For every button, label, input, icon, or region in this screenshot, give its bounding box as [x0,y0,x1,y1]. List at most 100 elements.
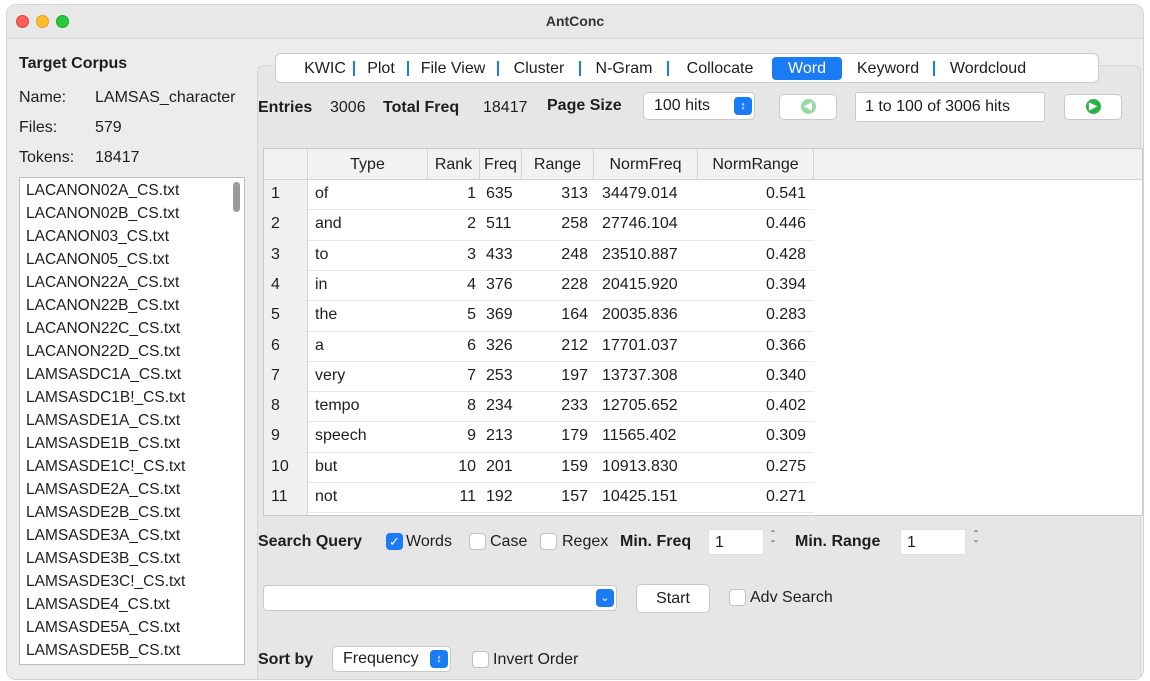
total-freq-value: 18417 [483,99,528,116]
min-range-input[interactable]: 1 [900,529,966,555]
tab-cluster[interactable]: Cluster [498,57,580,80]
table-row[interactable]: 1 of 1 635 313 34479.014 0.541 [264,180,1142,210]
file-list-item[interactable]: LACANON22D_CS.txt [26,343,180,361]
tab-collocate[interactable]: Collocate [668,57,772,80]
cell-normrange: 0.428 [765,245,806,263]
file-list-item[interactable]: LAMSASDE5B_CS.txt [26,642,180,660]
file-list-item[interactable]: LAMSASDE3A_CS.txt [26,527,180,545]
cell-range: 212 [561,336,588,354]
file-list-item[interactable]: LACANON22A_CS.txt [26,274,179,292]
file-list-item[interactable]: LAMSASDE5A_CS.txt [26,619,180,637]
total-freq-label: Total Freq [383,99,460,116]
cell-range: 248 [561,245,588,263]
table-row[interactable]: 7 very 7 253 197 13737.308 0.340 [264,362,1142,392]
file-list-scrollbar[interactable] [233,182,240,212]
tab-word[interactable]: Word [772,57,842,80]
corpus-file-list[interactable]: LACANON02A_CS.txt LACANON02B_CS.txt LACANO… [19,177,245,665]
table-row[interactable]: 10 but 10 201 159 10913.830 0.275 [264,453,1142,483]
sort-by-select[interactable]: Frequency ↕ [332,646,451,672]
search-query-combobox[interactable]: ⌄ [263,585,617,611]
cell-normfreq: 10425.151 [602,488,678,505]
column-header-freq[interactable]: Freq [480,149,522,180]
cell-type: not [315,488,338,505]
file-list-item[interactable]: LAMSASDC1A_CS.txt [26,366,181,384]
file-list-item[interactable]: LAMSASDE3C!_CS.txt [26,573,185,591]
cell-range: 197 [561,366,588,384]
file-list-item[interactable]: LAMSASDE4_CS.txt [26,596,170,614]
file-list-item[interactable]: LACANON03_CS.txt [26,228,169,246]
regex-checkbox-label: Regex [562,533,609,550]
table-row[interactable]: 5 the 5 369 164 20035.836 0.283 [264,301,1142,331]
file-list-item[interactable]: LAMSASDE1B_CS.txt [26,435,180,453]
cell-range: 313 [561,185,588,202]
cell-normfreq: 34479.014 [602,185,678,202]
file-list-item[interactable]: LAMSASDE1C!_CS.txt [26,458,185,476]
cell-range: 159 [561,457,588,475]
cell-type: to [315,245,329,263]
start-button[interactable]: Start [636,584,710,613]
window-title: AntConc [545,13,605,29]
min-freq-input[interactable]: 1 [708,529,764,555]
page-size-select[interactable]: 100 hits ↕ [643,92,755,120]
tab-keyword[interactable]: Keyword [842,57,934,80]
tab-kwic[interactable]: KWIC [296,57,354,80]
table-row[interactable]: 9 speech 9 213 179 11565.402 0.309 [264,422,1142,452]
min-freq-stepper[interactable]: ˆˇ [767,529,779,551]
table-row[interactable]: 2 and 2 511 258 27746.104 0.446 [264,210,1142,240]
words-checkbox[interactable]: ✓ [386,533,403,550]
tab-plot[interactable]: Plot [354,57,408,80]
case-checkbox[interactable] [469,533,486,550]
regex-checkbox[interactable] [540,533,557,550]
table-row[interactable]: 6 a 6 326 212 17701.037 0.366 [264,332,1142,362]
hits-range-text: 1 to 100 of 3006 hits [865,98,1010,115]
file-list-item[interactable]: LAMSASDE1A_CS.txt [26,412,180,430]
cell-normfreq: 13737.308 [602,366,678,384]
cell-normrange: 0.446 [765,215,806,233]
table-row[interactable]: 3 to 3 433 248 23510.887 0.428 [264,241,1142,271]
min-range-stepper[interactable]: ˆˇ [970,529,982,551]
cell-freq: 376 [486,275,513,293]
cell-range: 157 [561,488,588,505]
file-list-item[interactable]: LACANON22C_CS.txt [26,320,180,338]
word-results-table[interactable]: Type Rank Freq Range NormFreq NormRange … [263,148,1143,516]
tab-file-view[interactable]: File View [408,57,498,80]
row-number: 5 [271,306,280,324]
file-list-item[interactable]: LACANON02A_CS.txt [26,182,179,200]
cell-normfreq: 17701.037 [602,336,678,354]
app-window: AntConc Target Corpus Name: LAMSAS_chara… [6,4,1144,680]
row-number-header [264,149,308,180]
column-header-rank[interactable]: Rank [428,149,480,180]
file-list-item[interactable]: LAMSASDE3B_CS.txt [26,550,180,568]
column-header-normrange[interactable]: NormRange [698,149,814,180]
column-header-range[interactable]: Range [522,149,594,180]
column-header-type[interactable]: Type [308,149,428,180]
arrow-right-circle-icon: ▶ [1085,99,1101,114]
column-header-normfreq[interactable]: NormFreq [594,149,698,180]
invert-order-label: Invert Order [493,651,579,668]
file-list-item[interactable]: LAMSASDE2A_CS.txt [26,481,180,499]
cell-type: the [315,306,338,324]
row-number: 7 [271,366,280,384]
file-list-item[interactable]: LAMSASDE2B_CS.txt [26,504,180,522]
file-list-item[interactable]: LAMSASDC1B!_CS.txt [26,389,185,407]
file-list-item[interactable]: LACANON22B_CS.txt [26,297,179,315]
table-row[interactable]: 11 not 11 192 157 10425.151 0.271 [264,483,1142,513]
tab-wordcloud[interactable]: Wordcloud [934,57,1042,80]
corpus-name-value: LAMSAS_character [95,89,236,106]
cell-rank: 4 [467,275,476,293]
next-page-button[interactable]: ▶ [1064,94,1122,120]
corpus-files-value: 579 [95,119,122,136]
previous-page-button[interactable]: ◀ [779,94,837,120]
table-row[interactable]: 4 in 4 376 228 20415.920 0.394 [264,271,1142,301]
invert-order-checkbox[interactable] [472,651,489,668]
tab-n-gram[interactable]: N-Gram [580,57,668,80]
search-query-label: Search Query [258,533,363,550]
min-range-value: 1 [907,534,916,551]
min-freq-value: 1 [715,534,724,551]
table-row[interactable]: 8 tempo 8 234 233 12705.652 0.402 [264,392,1142,422]
file-list-item[interactable]: LACANON02B_CS.txt [26,205,179,223]
cell-rank: 7 [467,366,476,384]
file-list-item[interactable]: LACANON05_CS.txt [26,251,169,269]
adv-search-checkbox[interactable] [729,589,746,606]
cell-range: 228 [561,275,588,293]
